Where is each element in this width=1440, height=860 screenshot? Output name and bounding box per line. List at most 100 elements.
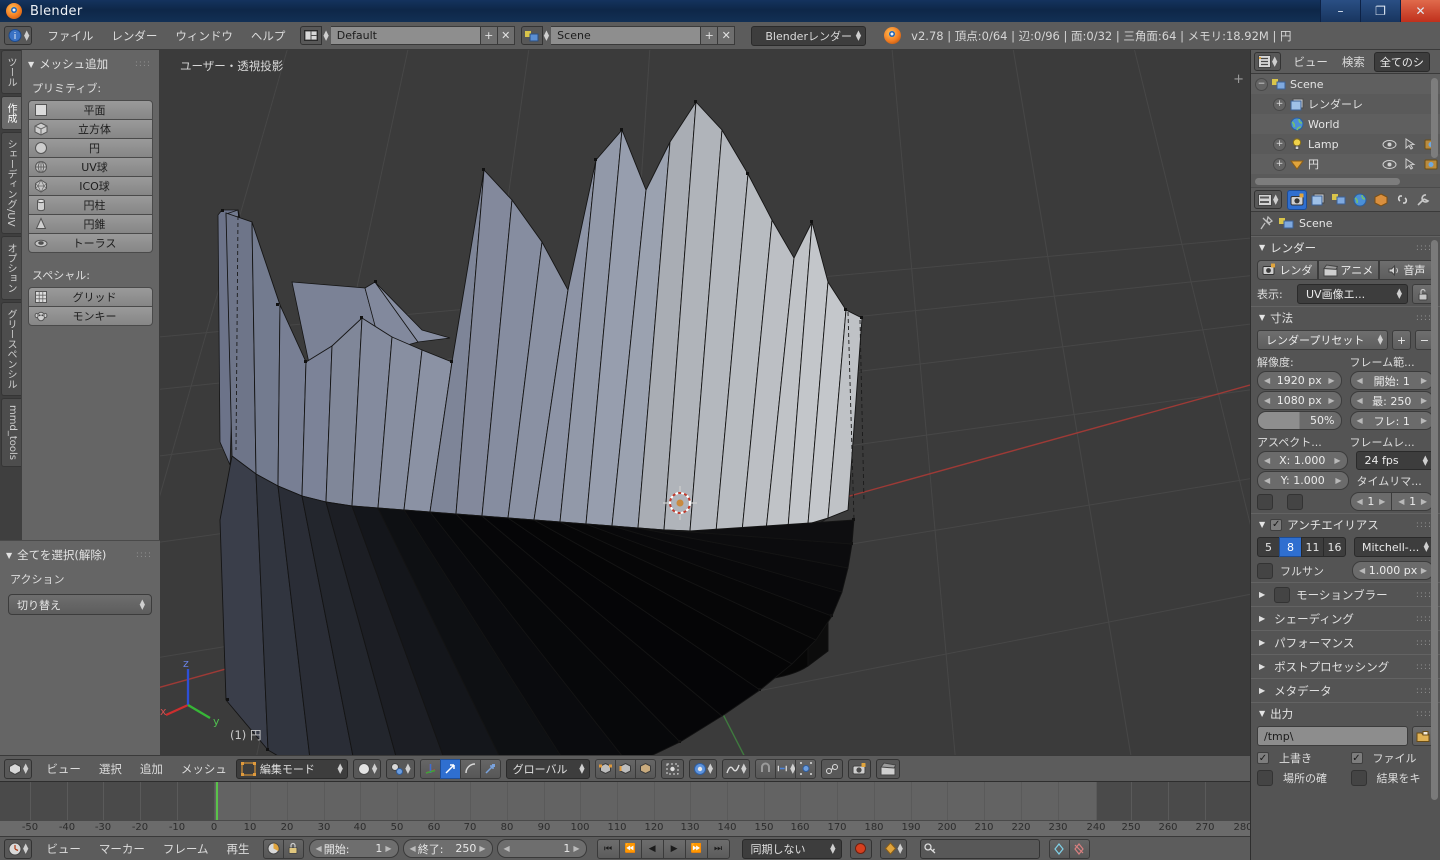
- pivot-point-selector[interactable]: ▲ ▼: [386, 758, 415, 779]
- operator-panel-header[interactable]: ▼ 全てを選択(解除) ::::: [0, 541, 160, 567]
- add-cylinder-button[interactable]: 円柱: [28, 195, 153, 215]
- menu-window[interactable]: ウィンドウ: [166, 22, 242, 50]
- properties-tab-constraints[interactable]: [1392, 190, 1412, 210]
- viewport-canvas[interactable]: x y z: [160, 50, 1250, 755]
- overwrite-checkbox[interactable]: ✓: [1257, 752, 1269, 764]
- record-button[interactable]: [849, 838, 872, 859]
- properties-tab-renderlayers[interactable]: [1308, 190, 1328, 210]
- viewport-shading-selector[interactable]: ▲ ▼: [352, 758, 382, 779]
- outliner-row-mesh[interactable]: + 円: [1251, 154, 1440, 174]
- collapse-icon[interactable]: −: [1255, 77, 1268, 91]
- add-circle-button[interactable]: 円: [28, 138, 153, 158]
- lock-icon[interactable]: [282, 838, 304, 859]
- editor-type-selector-properties[interactable]: ▲ ▼: [1254, 190, 1283, 209]
- scene-field[interactable]: ▲ ▼ Scene + ✕: [520, 26, 736, 45]
- action-dropdown[interactable]: 切り替え ▲ ▼: [8, 594, 152, 615]
- tab-options[interactable]: オプション: [1, 235, 21, 300]
- outliner-row-scene[interactable]: − Scene: [1251, 74, 1440, 94]
- keying-set-field[interactable]: [919, 838, 1040, 859]
- jump-to-start-button[interactable]: ⏮: [596, 838, 620, 859]
- screen-layout-field[interactable]: ▲ ▼ Default + ✕: [300, 26, 515, 45]
- aspect-x-field[interactable]: ◀ X: 1.000 ▶: [1257, 451, 1348, 470]
- timeline-canvas[interactable]: [0, 782, 1250, 820]
- fullsample-checkbox[interactable]: [1257, 562, 1273, 579]
- proportional-falloff-selector[interactable]: ▲ ▼: [722, 758, 751, 779]
- delete-scene-button[interactable]: ✕: [718, 26, 736, 45]
- render-animation-button[interactable]: アニメ: [1317, 260, 1379, 280]
- outliner-row-lamp[interactable]: + Lamp: [1251, 134, 1440, 154]
- properties-tab-scene[interactable]: [1329, 190, 1349, 210]
- auto-keyframe-icon[interactable]: [262, 838, 284, 859]
- transform-orientation-selector[interactable]: グローバル ▲ ▼: [505, 758, 590, 779]
- menu-file[interactable]: ファイル: [38, 22, 102, 50]
- viewport-menu-select[interactable]: 選択: [90, 756, 131, 782]
- viewport-menu-mesh[interactable]: メッシュ: [172, 756, 236, 782]
- properties-tab-object[interactable]: [1371, 190, 1391, 210]
- delete-screen-layout-button[interactable]: ✕: [497, 26, 515, 45]
- timeline-menu-frame[interactable]: フレーム: [154, 837, 218, 860]
- section-header-motionblur[interactable]: ▶ モーションブラー ::::: [1251, 582, 1440, 606]
- render-button[interactable]: [848, 758, 872, 779]
- manipulator-translate-icon[interactable]: [439, 758, 461, 779]
- section-header-metadata[interactable]: ▶ メタデータ ::::: [1251, 678, 1440, 702]
- vertex-select-mode-icon[interactable]: [594, 758, 616, 779]
- snap-magnet-icon[interactable]: [755, 758, 777, 779]
- add-cone-button[interactable]: 円錐: [28, 214, 153, 234]
- section-header-dimensions[interactable]: ▼ 寸法 ::::: [1251, 306, 1440, 328]
- section-header-performance[interactable]: ▶ パフォーマンス ::::: [1251, 630, 1440, 654]
- minimize-button[interactable]: –: [1320, 0, 1360, 22]
- timeline-menu-view[interactable]: ビュー: [37, 837, 90, 860]
- aa-samples-5[interactable]: 5: [1257, 537, 1280, 557]
- timeline-menu-marker[interactable]: マーカー: [90, 837, 154, 860]
- motionblur-toggle[interactable]: [1274, 586, 1291, 603]
- 3d-viewport[interactable]: x y z ユーザー・透視投影 (1) 円 +: [160, 50, 1250, 755]
- mesh-auto-merge-toggle[interactable]: [821, 758, 844, 779]
- maximize-button[interactable]: ❐: [1360, 0, 1400, 22]
- timeremap-old-field[interactable]: ◀ 1 ▶: [1349, 492, 1393, 511]
- timeline-ruler[interactable]: -50 -40 -30 -20 -10 0 10 20 30 40 50 60 …: [0, 820, 1250, 836]
- screen-layout-name[interactable]: Default: [330, 26, 481, 45]
- screen-layout-chevron-icon[interactable]: ▲ ▼: [323, 29, 328, 41]
- output-path-input[interactable]: /tmp\: [1257, 726, 1408, 746]
- add-uvsphere-button[interactable]: UV球: [28, 157, 153, 177]
- viewport-expand-icon[interactable]: +: [1233, 72, 1244, 87]
- frame-start-field[interactable]: ◀ 開始: 1 ▶: [1349, 371, 1434, 390]
- scene-chevron-icon[interactable]: ▲ ▼: [544, 29, 549, 41]
- add-torus-button[interactable]: トーラス: [28, 233, 153, 253]
- properties-editor[interactable]: ▲ ▼ Scene ▼ レンダー:::: レンダ アニメ 音声 表示: UV画…: [1250, 188, 1440, 860]
- outliner-vertical-scrollbar[interactable]: [1431, 78, 1438, 158]
- frame-step-field[interactable]: ◀ フレ: 1 ▶: [1349, 411, 1434, 430]
- outliner-row-world[interactable]: World: [1251, 114, 1440, 134]
- border-checkbox[interactable]: [1257, 493, 1273, 510]
- menu-render[interactable]: レンダー: [102, 22, 166, 50]
- render-audio-button[interactable]: 音声: [1378, 260, 1435, 280]
- crop-checkbox[interactable]: [1287, 493, 1303, 510]
- sync-mode-selector[interactable]: 同期しない ▲ ▼: [741, 838, 842, 859]
- add-mesh-panel-header[interactable]: ▼ メッシュ追加 ::::: [22, 50, 159, 76]
- insert-keyframe-icon[interactable]: [1048, 838, 1070, 859]
- add-plane-button[interactable]: 平面: [28, 100, 153, 120]
- outliner-tree[interactable]: − Scene + レンダーレ World + Lamp + 円: [1251, 74, 1440, 187]
- section-header-render[interactable]: ▼ レンダー ::::: [1251, 236, 1440, 258]
- render-animation-button[interactable]: [876, 758, 901, 779]
- keyframe-type-selector[interactable]: ▲ ▼: [879, 838, 907, 859]
- current-frame-field[interactable]: ◀ 1 ▶: [496, 839, 587, 858]
- viewport-menu-view[interactable]: ビュー: [37, 756, 90, 782]
- scene-name-field[interactable]: Scene: [551, 26, 702, 45]
- tab-shading-uv[interactable]: シェーディング/UV: [1, 132, 21, 234]
- editor-type-selector-outliner[interactable]: ▲ ▼: [1254, 52, 1282, 71]
- display-mode-selector[interactable]: UV画像エ... ▲ ▼: [1297, 284, 1408, 304]
- aa-samples-8[interactable]: 8: [1279, 537, 1302, 557]
- add-monkey-button[interactable]: モンキー: [28, 306, 153, 326]
- frame-end-field[interactable]: ◀ 最: 250 ▶: [1349, 391, 1434, 410]
- play-button[interactable]: ▶: [662, 838, 686, 859]
- frame-end-field[interactable]: ◀ 終了: 250 ▶: [402, 839, 493, 858]
- outliner-menu-search[interactable]: 検索: [1335, 50, 1372, 74]
- close-button[interactable]: ✕: [1400, 0, 1440, 22]
- resolution-percentage-slider[interactable]: 50%: [1257, 411, 1342, 430]
- delete-keyframe-icon[interactable]: [1068, 838, 1090, 859]
- tab-mmd-tools[interactable]: mmd_tools: [1, 397, 21, 467]
- timeline-editor[interactable]: -50 -40 -30 -20 -10 0 10 20 30 40 50 60 …: [0, 781, 1250, 836]
- tab-create[interactable]: 作成: [1, 96, 21, 130]
- manipulator-enable-icon[interactable]: [419, 758, 441, 779]
